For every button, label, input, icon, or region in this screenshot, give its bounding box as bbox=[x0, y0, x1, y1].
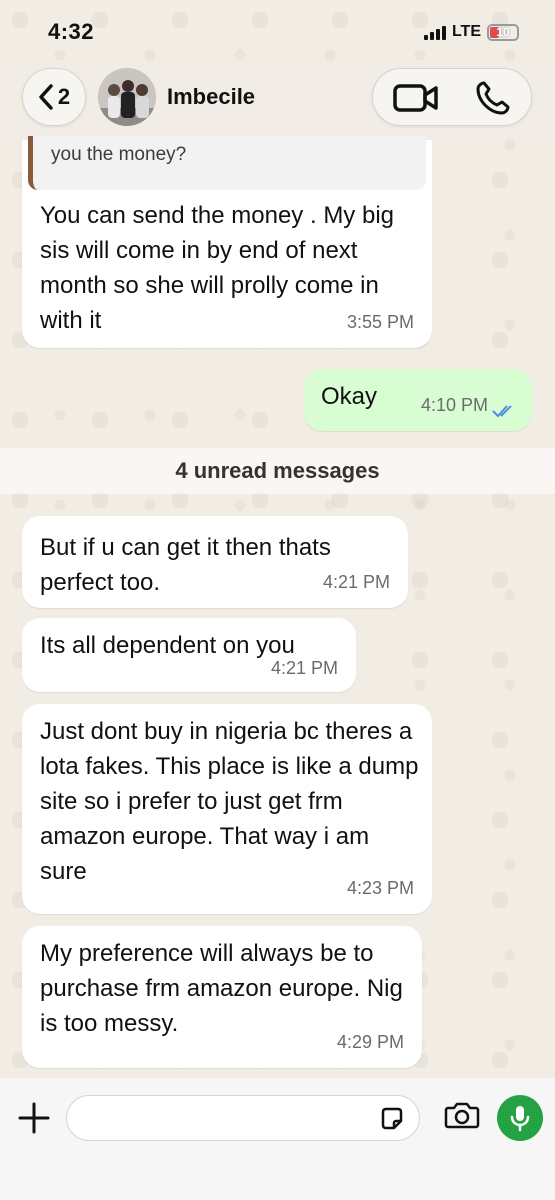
message-time: 4:29 PM bbox=[336, 1032, 404, 1052]
message-text: Its all dependent on you bbox=[40, 632, 295, 659]
status-indicators: LTE 10 bbox=[423, 23, 519, 41]
unread-messages-divider: 4 unread messages bbox=[0, 448, 555, 494]
sticker-button[interactable] bbox=[379, 1106, 405, 1132]
quoted-text: you the money? bbox=[51, 144, 187, 165]
message-bubble-outgoing[interactable]: Okay 4:10 PM bbox=[304, 369, 532, 431]
voice-call-button[interactable] bbox=[473, 79, 513, 117]
read-receipt-icon bbox=[492, 405, 512, 418]
camera-icon bbox=[444, 1102, 480, 1129]
unread-chats-count: 2 bbox=[57, 84, 71, 109]
video-camera-icon bbox=[393, 84, 438, 112]
network-label: LTE bbox=[451, 23, 481, 40]
battery-icon: 10 bbox=[487, 23, 519, 41]
avatar[interactable] bbox=[98, 68, 156, 126]
video-call-button[interactable] bbox=[391, 81, 441, 115]
attach-button[interactable] bbox=[16, 1100, 52, 1136]
message-bubble-incoming[interactable]: Just dont buy in nigeria bc theres a lot… bbox=[22, 704, 432, 914]
status-time: 4:32 bbox=[48, 19, 95, 44]
message-time: 4:21 PM bbox=[270, 658, 338, 678]
message-time: 4:23 PM bbox=[346, 878, 414, 898]
message-time: 4:10 PM bbox=[420, 395, 488, 415]
call-actions bbox=[372, 68, 532, 126]
message-time: 3:55 PM bbox=[346, 312, 414, 332]
phone-icon bbox=[476, 81, 510, 115]
back-chevron-icon bbox=[39, 84, 53, 110]
message-text: Just dont buy in nigeria bc theres a lot… bbox=[40, 718, 419, 885]
message-bubble-incoming[interactable]: Its all dependent on you 4:21 PM bbox=[22, 618, 356, 692]
message-time: 4:21 PM bbox=[322, 572, 390, 592]
quoted-message-preview[interactable]: you the money? bbox=[28, 136, 426, 190]
sticker-icon bbox=[381, 1107, 403, 1130]
message-composer bbox=[0, 1078, 555, 1200]
voice-message-button[interactable] bbox=[497, 1095, 543, 1141]
status-bar: 4:32 LTE 10 bbox=[0, 0, 555, 64]
contact-name[interactable]: Imbecile bbox=[167, 84, 255, 110]
chat-header: 2 Imbecile bbox=[0, 64, 555, 136]
message-bubble-incoming[interactable]: But if u can get it then thats perfect t… bbox=[22, 516, 408, 608]
plus-icon bbox=[18, 1102, 50, 1134]
message-input-container[interactable] bbox=[66, 1095, 420, 1141]
battery-level: 10 bbox=[496, 25, 510, 39]
microphone-icon bbox=[510, 1106, 530, 1132]
signal-icon bbox=[423, 24, 446, 40]
back-button[interactable]: 2 bbox=[22, 68, 86, 126]
camera-button[interactable] bbox=[444, 1100, 480, 1132]
message-input[interactable] bbox=[83, 1104, 363, 1134]
message-bubble-incoming[interactable]: My preference will always be to purchase… bbox=[22, 926, 422, 1068]
message-text: Okay bbox=[321, 383, 378, 410]
unread-divider-label: 4 unread messages bbox=[175, 458, 380, 483]
